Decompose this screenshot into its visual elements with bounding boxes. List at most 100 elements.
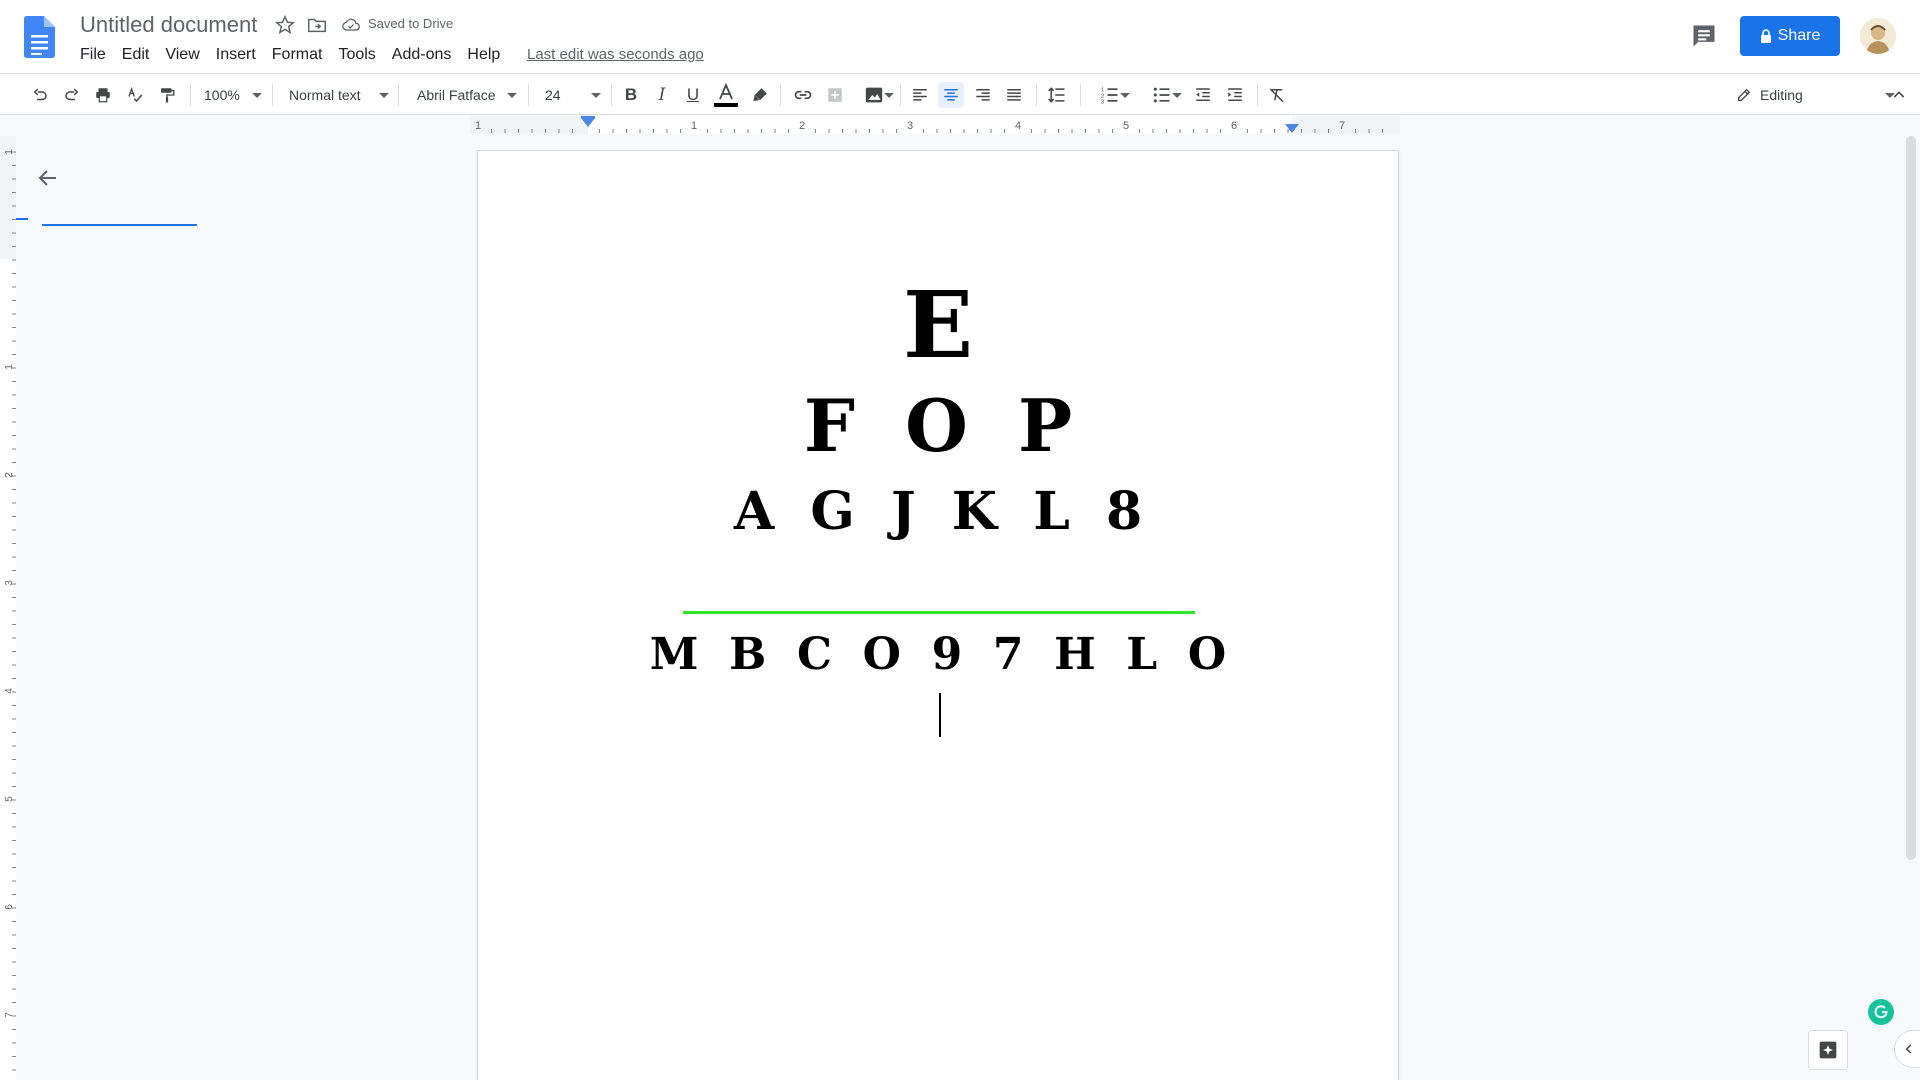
menu-bar: File Edit View Insert Format Tools Add-o…: [72, 44, 508, 66]
menu-tools[interactable]: Tools: [330, 44, 383, 66]
side-panel-toggle[interactable]: [1894, 1030, 1920, 1068]
font-size-value: 24: [545, 87, 561, 103]
toolbar-divider: [398, 84, 399, 106]
editing-mode-label: Editing: [1760, 87, 1803, 103]
avatar[interactable]: [1860, 18, 1896, 54]
decrease-indent-button[interactable]: [1190, 82, 1216, 108]
ruler-label: 7: [4, 1012, 15, 1018]
svg-text:3: 3: [1101, 99, 1104, 105]
share-label: Share: [1777, 27, 1821, 44]
print-button[interactable]: [90, 82, 116, 108]
text-color-button[interactable]: [713, 82, 739, 108]
docs-logo-icon[interactable]: [24, 16, 55, 58]
zoom-value: 100%: [204, 87, 240, 103]
italic-icon: I: [658, 85, 666, 105]
paragraph-style-dropdown[interactable]: Normal text: [289, 82, 389, 108]
document-line: A G J K L 8: [733, 481, 1143, 542]
undo-button[interactable]: [27, 82, 53, 108]
document-title[interactable]: Untitled document: [80, 12, 257, 38]
document-line: F O P: [803, 383, 1073, 468]
first-line-indent-marker[interactable]: [581, 116, 595, 119]
vertical-scrollbar[interactable]: [1906, 136, 1916, 860]
chevron-down-icon: [507, 93, 517, 98]
chevron-down-icon: [252, 93, 262, 98]
toolbar-divider: [611, 84, 612, 106]
save-status: Saved to Drive: [368, 16, 454, 31]
last-edit-link[interactable]: Last edit was seconds ago: [527, 46, 704, 63]
increase-indent-icon: [1228, 88, 1242, 101]
align-center-button[interactable]: [938, 82, 964, 108]
arrow-left-icon[interactable]: [36, 166, 60, 190]
zoom-dropdown[interactable]: 100%: [204, 82, 264, 108]
cloud-saved-icon[interactable]: [341, 15, 361, 35]
ruler-label: 1: [691, 120, 697, 132]
grammarly-icon[interactable]: [1868, 999, 1894, 1025]
toolbar-divider: [190, 84, 191, 106]
chevron-left-icon: [1905, 1044, 1912, 1054]
font-family-dropdown[interactable]: Abril Fatface: [417, 82, 520, 108]
italic-button[interactable]: I: [649, 82, 675, 108]
grammarly-glyph-icon: [1874, 1005, 1888, 1019]
insert-image-button[interactable]: [854, 82, 894, 108]
numbered-list-button[interactable]: 123: [1088, 82, 1132, 108]
toolbar-divider: [1257, 84, 1258, 106]
ruler-label: 5: [4, 796, 15, 802]
menu-help[interactable]: Help: [459, 44, 508, 66]
app-header: Untitled document Saved to Drive File Ed…: [0, 0, 1920, 73]
redo-button[interactable]: [59, 82, 85, 108]
chevron-down-icon: [1172, 93, 1182, 98]
highlighter-icon: [753, 88, 767, 101]
increase-indent-button[interactable]: [1222, 82, 1248, 108]
redo-icon: [65, 88, 79, 101]
ruler-label: 3: [4, 580, 15, 586]
document-page[interactable]: E F O P A G J K L 8 M B C O 9 7 H L O: [478, 151, 1398, 1080]
clear-formatting-button[interactable]: [1264, 82, 1290, 108]
ruler-label: 2: [799, 120, 805, 132]
bulleted-list-button[interactable]: [1140, 82, 1184, 108]
move-folder-icon[interactable]: [306, 14, 328, 36]
add-comment-icon: [828, 88, 842, 102]
comments-icon[interactable]: [1690, 22, 1718, 50]
justify-button[interactable]: [1001, 82, 1027, 108]
document-line: E: [902, 271, 974, 379]
ruler-label: 4: [1015, 120, 1021, 132]
menu-edit[interactable]: Edit: [114, 44, 158, 66]
underline-button[interactable]: U: [680, 82, 706, 108]
align-right-button[interactable]: [970, 82, 996, 108]
editing-mode-dropdown[interactable]: Editing: [1736, 82, 1895, 108]
bulleted-list-icon: [1153, 87, 1170, 103]
menu-insert[interactable]: Insert: [208, 44, 264, 66]
menu-file[interactable]: File: [72, 44, 114, 66]
font-size-dropdown[interactable]: 24: [545, 82, 601, 108]
toolbar-divider: [528, 84, 529, 106]
print-icon: [96, 88, 110, 103]
vertical-ruler[interactable]: 1 1 2 3 4 5 6 7: [0, 136, 16, 1080]
bold-button[interactable]: B: [618, 82, 644, 108]
menu-format[interactable]: Format: [264, 44, 331, 66]
pencil-icon: [1738, 88, 1751, 101]
horizontal-ruler[interactable]: 1 1 2 3 4 5 6 7: [470, 116, 1400, 134]
highlight-color-button[interactable]: [747, 82, 773, 108]
ruler-label: 1: [4, 364, 15, 370]
link-icon: [794, 90, 812, 100]
hide-menus-button[interactable]: [1886, 82, 1912, 108]
ruler-label: 3: [907, 120, 913, 132]
numbered-list-icon: 123: [1101, 88, 1118, 105]
line-spacing-icon: [1048, 87, 1065, 103]
share-button[interactable]: Share: [1740, 16, 1840, 56]
ruler-label: 6: [1231, 120, 1237, 132]
insert-link-button[interactable]: [790, 82, 816, 108]
explore-button[interactable]: [1808, 1030, 1848, 1070]
menu-add-ons[interactable]: Add-ons: [384, 44, 460, 66]
paint-format-button[interactable]: [154, 82, 180, 108]
horizontal-rule: [683, 611, 1195, 614]
chevron-down-icon: [884, 93, 894, 98]
menu-view[interactable]: View: [157, 44, 207, 66]
star-icon[interactable]: [274, 14, 296, 36]
align-right-icon: [976, 89, 990, 101]
add-comment-button[interactable]: [822, 82, 848, 108]
line-spacing-button[interactable]: [1044, 82, 1070, 108]
outline-heading-link[interactable]: [42, 224, 197, 226]
spellcheck-button[interactable]: [122, 82, 148, 108]
align-left-button[interactable]: [907, 82, 933, 108]
